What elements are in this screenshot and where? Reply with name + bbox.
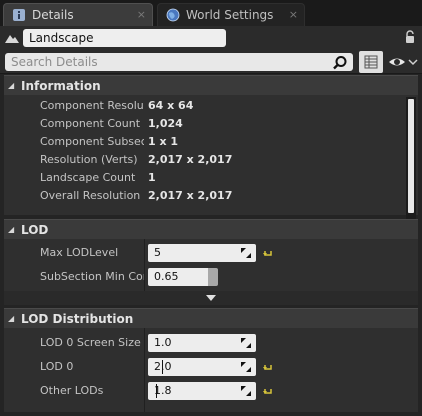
information-rows: Component Resolution 64 x 64 Component C… (4, 95, 418, 215)
property-label: LOD 0 (40, 360, 74, 373)
property-value: 1 x 1 (148, 135, 179, 148)
tab-bar: Details × World Settings × (0, 0, 422, 26)
property-label: Overall Resolution (Verts) (40, 189, 144, 202)
tab-world-settings-label: World Settings (186, 8, 274, 22)
landscape-icon (4, 31, 20, 45)
property-label: Resolution (Verts) (40, 153, 138, 166)
property-label: Component Count (40, 117, 141, 130)
numeric-value: 1.0 (154, 336, 172, 349)
drag-handle-icon (240, 361, 252, 373)
lod-section-header[interactable]: ◢ LOD (4, 219, 418, 239)
property-value: 2,017 x 2,017 (148, 153, 233, 166)
section-title: LOD Distribution (21, 311, 134, 326)
lock-icon[interactable] (404, 30, 416, 44)
search-input[interactable] (5, 53, 353, 71)
text-caret (156, 384, 157, 398)
reset-to-default-icon[interactable] (263, 387, 273, 397)
details-panel: Landscape ◢ Information Component Resolu… (0, 26, 422, 416)
property-row: Other LODs 1.8 (4, 379, 418, 403)
globe-icon (166, 8, 180, 22)
search-row (0, 50, 422, 74)
property-label: Other LODs (40, 384, 104, 397)
reset-to-default-icon[interactable] (263, 363, 273, 373)
property-value: 64 x 64 (148, 99, 194, 112)
advanced-expand-button[interactable] (4, 291, 418, 305)
lod0-distribution-input[interactable]: 2.0 (148, 358, 256, 376)
property-row: Overall Resolution (Verts) 2,017 x 2,017 (4, 187, 418, 205)
actor-row: Landscape (0, 26, 422, 50)
max-lod-level-input[interactable]: 5 (148, 244, 256, 262)
section-title: Information (21, 78, 101, 93)
property-row: Component Count 1,024 (4, 115, 418, 133)
property-row: LOD 0 Screen Size 1.0 (4, 331, 418, 355)
actor-name-field[interactable]: Landscape (23, 29, 226, 47)
eye-icon (389, 58, 418, 66)
property-value: 2,017 x 2,017 (148, 189, 233, 202)
drag-handle-icon (240, 247, 252, 259)
information-section-header[interactable]: ◢ Information (4, 75, 418, 95)
drag-handle-icon (240, 337, 252, 349)
property-label: Component Resolution (40, 99, 144, 112)
tab-details[interactable]: Details × (3, 3, 153, 26)
text-caret (162, 360, 163, 374)
property-row: Component Resolution 64 x 64 (4, 97, 418, 115)
numeric-value: 5 (154, 246, 161, 259)
drag-handle-icon (240, 385, 252, 397)
property-label: Landscape Count (40, 171, 136, 184)
search-icon[interactable] (332, 55, 348, 71)
property-matrix-button[interactable] (359, 51, 383, 73)
other-lods-distribution-input[interactable]: 1.8 (148, 382, 256, 400)
property-label: Max LODLevel (40, 246, 119, 259)
scrollbar-thumb[interactable] (408, 99, 414, 213)
property-label: SubSection Min Component Screen Size (40, 270, 144, 283)
reset-to-default-icon[interactable] (263, 249, 273, 259)
subsection-min-screen-size-input[interactable]: 0.65 (148, 268, 218, 286)
property-row: Landscape Count 1 (4, 169, 418, 187)
property-row: SubSection Min Component Screen Size 0.6… (4, 265, 418, 289)
property-row: Resolution (Verts) 2,017 x 2,017 (4, 151, 418, 169)
property-label: Component Subsections (40, 135, 144, 148)
property-row: LOD 0 2.0 (4, 355, 418, 379)
numeric-value: 0.65 (154, 270, 179, 283)
close-icon[interactable]: × (137, 8, 146, 21)
collapse-arrow-icon: ◢ (8, 314, 15, 323)
property-row: Component Subsections 1 x 1 (4, 133, 418, 151)
property-label: LOD 0 Screen Size (40, 336, 141, 349)
lod-rows: Max LODLevel 5 SubSection Min Component … (4, 239, 418, 291)
tab-world-settings[interactable]: World Settings × (157, 3, 305, 26)
property-row: Max LODLevel 5 (4, 241, 418, 265)
lod-distribution-section-header[interactable]: ◢ LOD Distribution (4, 308, 418, 328)
lod-distribution-rows: LOD 0 Screen Size 1.0 LOD 0 2.0 Other LO… (4, 328, 418, 412)
view-options-button[interactable] (388, 54, 418, 70)
property-value: 1,024 (148, 117, 183, 130)
property-value: 1 (148, 171, 156, 184)
collapse-arrow-icon: ◢ (8, 225, 15, 234)
collapse-arrow-icon: ◢ (8, 81, 15, 90)
lod0-screen-size-input[interactable]: 1.0 (148, 334, 256, 352)
close-icon[interactable]: × (289, 8, 298, 21)
section-title: LOD (21, 222, 49, 237)
grid-icon (364, 55, 378, 69)
tab-details-label: Details (32, 8, 74, 22)
chevron-down-icon (206, 295, 216, 301)
info-icon (12, 8, 26, 22)
